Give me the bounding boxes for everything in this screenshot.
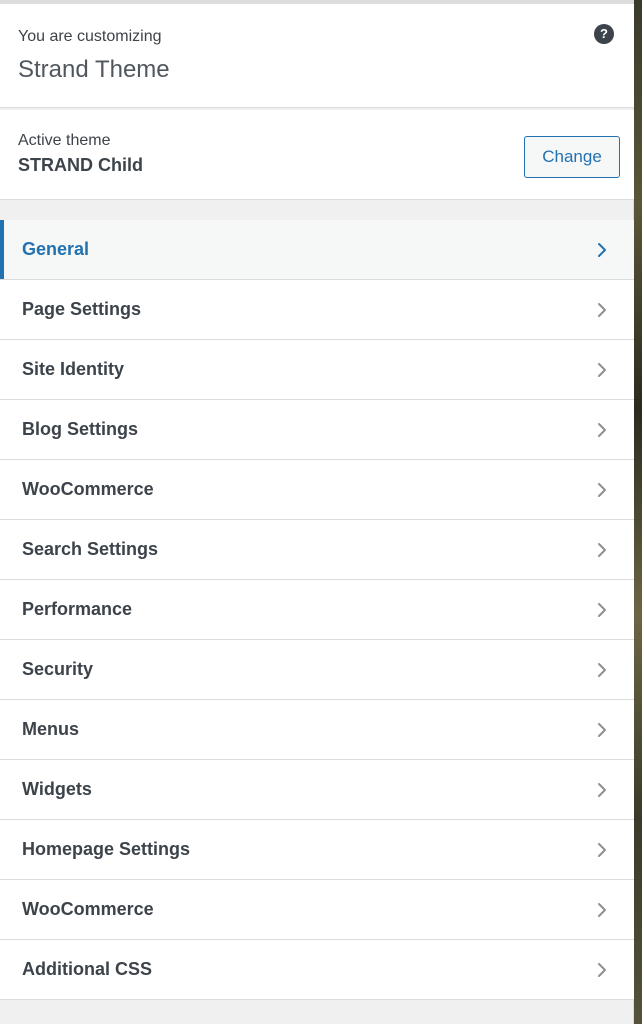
menu-item-label: Additional CSS (22, 959, 152, 979)
preview-background (634, 0, 642, 1024)
help-icon[interactable]: ? (594, 24, 614, 44)
chevron-right-icon (592, 780, 612, 800)
site-title: Strand Theme (18, 56, 170, 83)
chevron-right-icon (592, 720, 612, 740)
menu-item-homepage-settings[interactable]: Homepage Settings (0, 820, 634, 880)
active-theme-label: Active theme (18, 132, 111, 149)
menu-item-label: Site Identity (22, 359, 125, 379)
menu-item-label: Security (22, 659, 94, 679)
chevron-right-icon (592, 240, 612, 260)
active-theme-section: Active theme STRAND Child Change (0, 110, 634, 200)
menu-item-label: WooCommerce (22, 479, 154, 499)
customizer-sidebar: You are customizing Strand Theme ? Activ… (0, 0, 634, 1024)
menu-item-label: Page Settings (22, 299, 142, 319)
menu-item-search-settings[interactable]: Search Settings (0, 520, 634, 580)
menu-item-additional-css[interactable]: Additional CSS (0, 940, 634, 1000)
chevron-right-icon (592, 660, 612, 680)
chevron-right-icon (592, 900, 612, 920)
menu-item-label: Menus (22, 719, 80, 739)
menu-item-general[interactable]: General (0, 220, 634, 280)
menu-item-label: Homepage Settings (22, 839, 191, 859)
chevron-right-icon (592, 960, 612, 980)
menu-item-performance[interactable]: Performance (0, 580, 634, 640)
menu-item-widgets[interactable]: Widgets (0, 760, 634, 820)
chevron-right-icon (592, 480, 612, 500)
menu-item-label: WooCommerce (22, 899, 154, 919)
chevron-right-icon (592, 840, 612, 860)
customizing-prefix: You are customizing (18, 28, 162, 45)
menu-item-menus[interactable]: Menus (0, 700, 634, 760)
chevron-right-icon (592, 360, 612, 380)
customize-info: You are customizing Strand Theme ? (0, 4, 634, 108)
menu-item-page-settings[interactable]: Page Settings (0, 280, 634, 340)
menu-item-label: General (22, 239, 90, 259)
menu-item-label: Search Settings (22, 539, 159, 559)
chevron-right-icon (592, 300, 612, 320)
chevron-right-icon (592, 420, 612, 440)
menu-item-blog-settings[interactable]: Blog Settings (0, 400, 634, 460)
menu-item-label: Performance (22, 599, 133, 619)
chevron-right-icon (592, 540, 612, 560)
menu-item-security[interactable]: Security (0, 640, 634, 700)
change-theme-button[interactable]: Change (524, 136, 620, 178)
menu-item-site-identity[interactable]: Site Identity (0, 340, 634, 400)
customizer-menu: General Page Settings Site Identity Blog Se… (0, 220, 634, 1000)
menu-item-woocommerce[interactable]: WooCommerce (0, 880, 634, 940)
menu-item-woocommerce[interactable]: WooCommerce (0, 460, 634, 520)
active-theme-name: STRAND Child (18, 155, 143, 175)
menu-item-label: Widgets (22, 779, 92, 799)
menu-item-label: Blog Settings (22, 419, 138, 439)
chevron-right-icon (592, 600, 612, 620)
